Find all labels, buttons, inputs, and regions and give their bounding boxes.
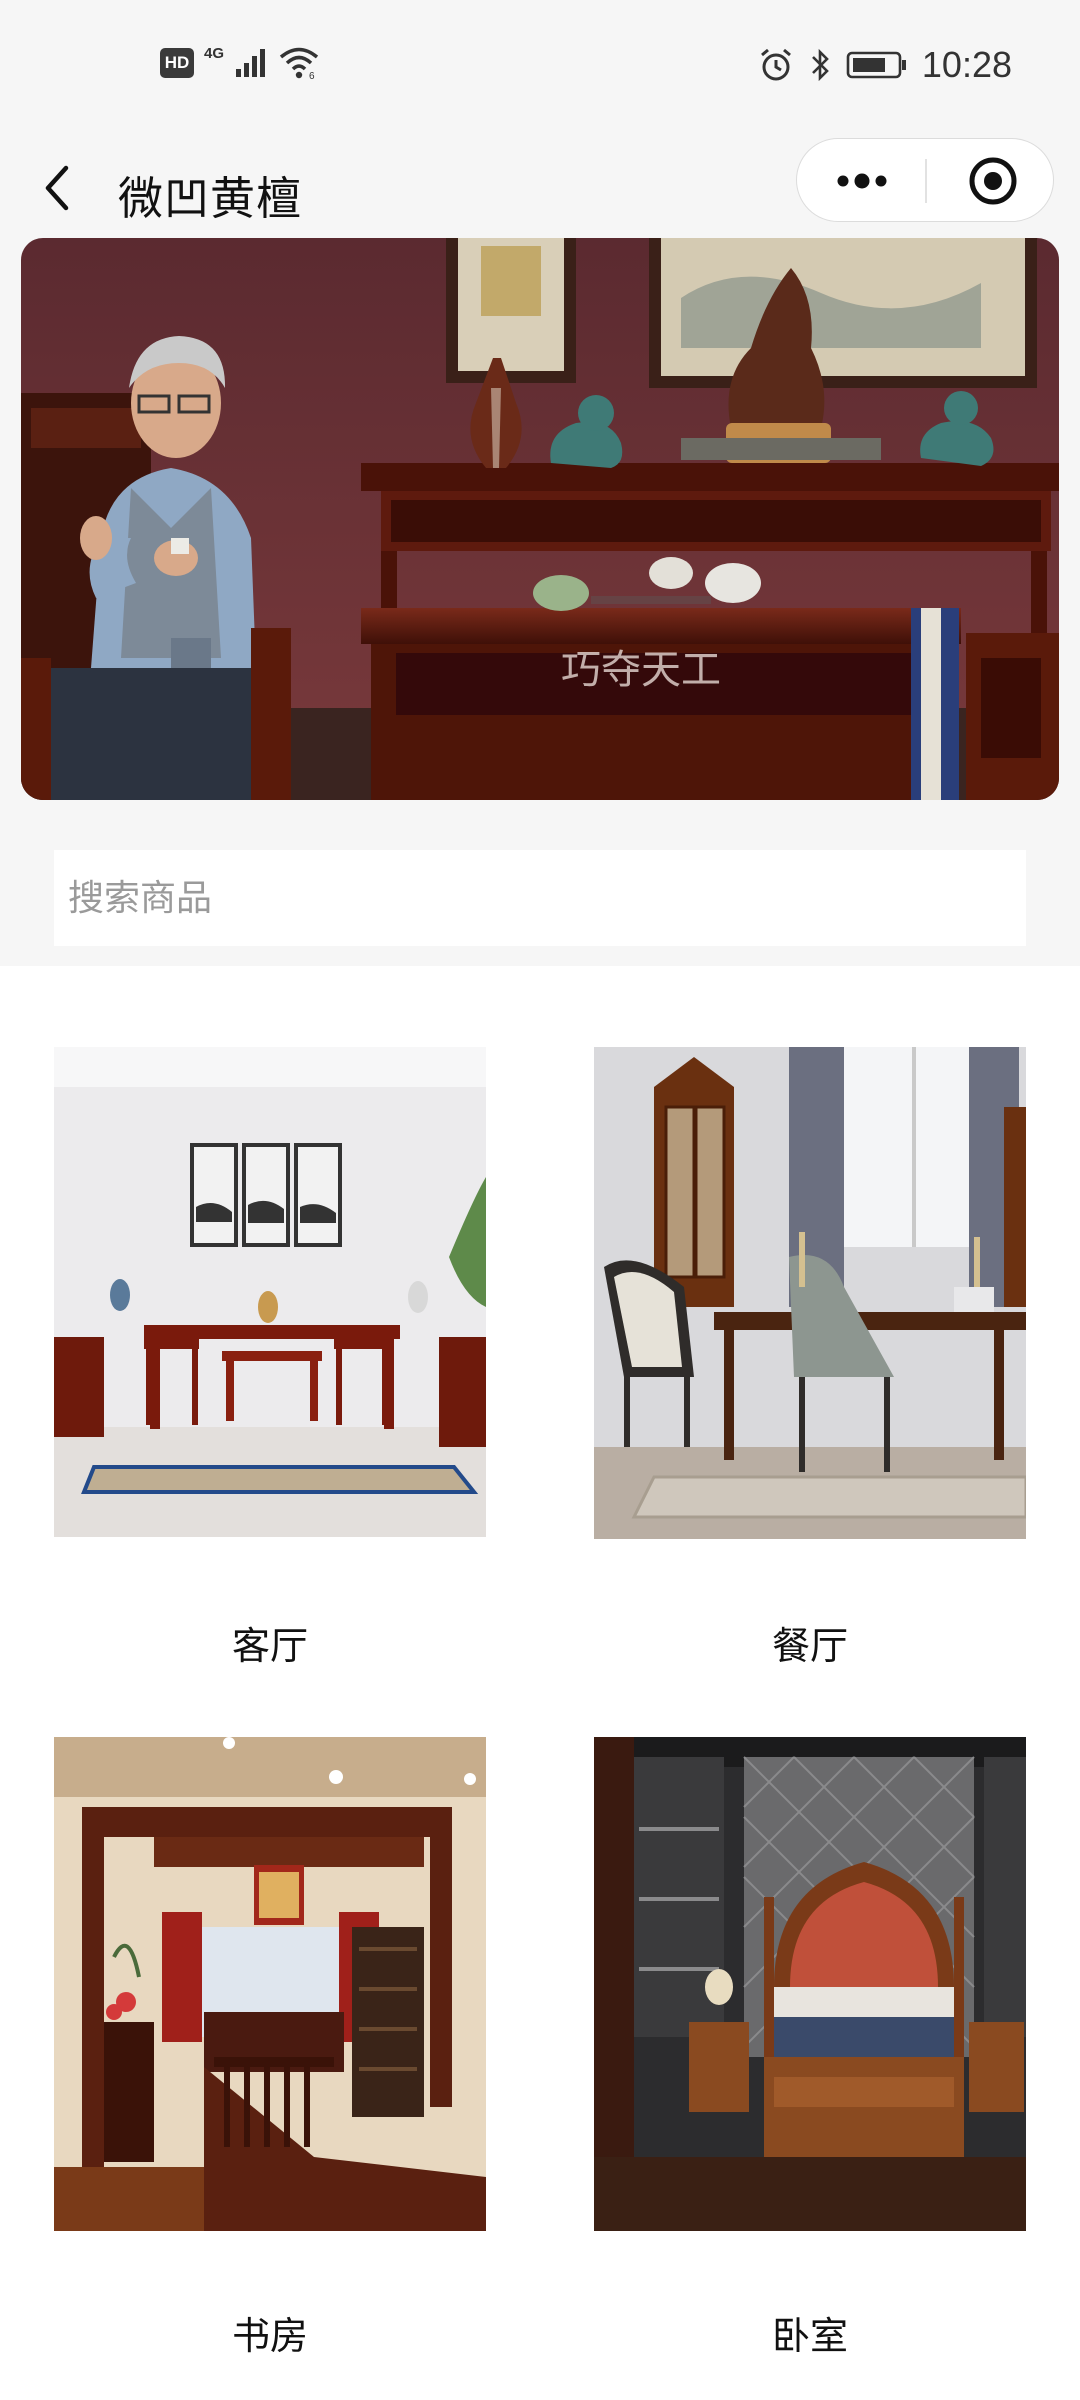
network-type: 4G	[204, 44, 225, 62]
nav-bar: 微凹黄檀	[0, 138, 1080, 238]
category-label: 卧室	[771, 2314, 848, 2358]
chevron-left-icon[interactable]	[36, 156, 80, 220]
category-label: 书房	[231, 2314, 308, 2358]
more-dots-icon[interactable]	[827, 157, 897, 205]
signal-icon	[236, 49, 266, 77]
status-left: HD 4G 6	[160, 44, 320, 80]
category-card-living-room[interactable]: 客厅	[54, 1047, 486, 1668]
capsule-divider	[925, 159, 927, 203]
dining-room-scene	[594, 1047, 1026, 1539]
search-box[interactable]	[54, 850, 1026, 946]
category-card-bedroom[interactable]: 卧室	[594, 1737, 1026, 2358]
category-card-study-room[interactable]: 书房	[54, 1737, 486, 2358]
clock-time: 10:28	[921, 44, 1012, 85]
category-image-study-room[interactable]	[54, 1737, 486, 2231]
category-label: 餐厅	[771, 1624, 848, 1668]
page-title: 微凹黄檀	[118, 172, 303, 225]
status-bar: HD 4G 6 10:28	[0, 0, 1080, 138]
bedroom-scene	[594, 1737, 1026, 2231]
category-card-dining-room[interactable]: 餐厅	[594, 1047, 1026, 1668]
category-image-living-room[interactable]	[54, 1047, 486, 1537]
capsule-menu	[796, 138, 1054, 222]
wifi-icon: 6	[279, 47, 319, 80]
top-section: 巧夺天工	[0, 238, 1080, 966]
banner-watermark: 巧夺天工	[561, 647, 721, 693]
battery-icon	[846, 51, 906, 79]
category-image-dining-room[interactable]	[594, 1047, 1026, 1539]
alarm-icon	[760, 48, 791, 81]
bluetooth-icon	[811, 48, 829, 82]
search-input[interactable]	[66, 876, 1026, 920]
banner-scene: 巧夺天工	[21, 238, 1059, 800]
target-circle-icon[interactable]	[967, 155, 1019, 207]
category-label: 客厅	[231, 1624, 308, 1668]
mini-program-page: HD 4G 6 10:28 微凹黄檀 巧夺天工 搜索商品 客厅 餐厅 书房 卧室	[0, 0, 1080, 2400]
living-room-scene	[54, 1047, 486, 1537]
hd-badge: HD	[160, 48, 194, 78]
study-room-scene	[54, 1737, 486, 2231]
status-right: 10:28	[758, 44, 1012, 86]
svg-text:6: 6	[309, 71, 315, 80]
category-image-bedroom[interactable]	[594, 1737, 1026, 2231]
banner-image[interactable]: 巧夺天工	[21, 238, 1059, 800]
